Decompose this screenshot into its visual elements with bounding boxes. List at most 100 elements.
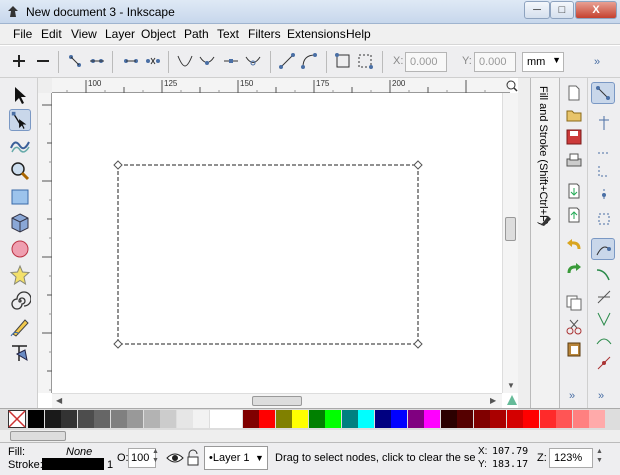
lock-icon[interactable] xyxy=(186,449,200,467)
color-swatch[interactable] xyxy=(358,410,374,428)
horizontal-scrollbar[interactable]: ◀ ▶ xyxy=(52,393,502,408)
color-swatch[interactable] xyxy=(556,410,572,428)
color-swatch[interactable] xyxy=(226,410,242,428)
color-swatch[interactable] xyxy=(424,410,440,428)
object-to-path-icon[interactable] xyxy=(334,52,352,70)
color-swatch[interactable] xyxy=(572,410,589,428)
stroke-width-value[interactable]: 1 xyxy=(107,459,113,471)
palette-scrollbar[interactable] xyxy=(0,430,620,442)
menu-layer[interactable]: Layer xyxy=(105,27,135,41)
segment-line-icon[interactable] xyxy=(278,52,296,70)
snap-smooth-icon[interactable] xyxy=(595,332,613,350)
color-swatch[interactable] xyxy=(193,410,209,428)
join-nodes-icon[interactable] xyxy=(66,52,84,70)
minimize-button[interactable]: ─ xyxy=(524,1,550,19)
rectangle-tool-icon[interactable] xyxy=(9,186,31,208)
opacity-spin-down-icon[interactable]: ▼ xyxy=(152,457,159,464)
smooth-node-icon[interactable] xyxy=(198,52,216,70)
snap-cusp-icon[interactable] xyxy=(595,310,613,328)
color-swatch[interactable] xyxy=(110,410,127,428)
color-swatch[interactable] xyxy=(440,410,457,428)
unit-select[interactable]: mm ▼ xyxy=(522,52,564,72)
spiral-tool-icon[interactable] xyxy=(9,290,31,312)
zoom-tool-icon[interactable] xyxy=(9,160,31,182)
scroll-right-icon[interactable]: ▶ xyxy=(490,396,496,405)
color-swatch[interactable] xyxy=(275,410,292,428)
insert-node-icon[interactable] xyxy=(10,52,28,70)
color-swatch[interactable] xyxy=(589,410,605,428)
snap-intersection-icon[interactable] xyxy=(595,288,613,306)
undo-icon[interactable] xyxy=(565,238,583,256)
menu-filters[interactable]: Filters xyxy=(248,27,281,41)
color-swatch[interactable] xyxy=(94,410,110,428)
delete-segment-icon[interactable] xyxy=(144,52,162,70)
zoom-spin-up-icon[interactable]: ▲ xyxy=(596,448,603,455)
copy-icon[interactable] xyxy=(565,294,583,312)
selected-rectangle[interactable] xyxy=(52,93,502,393)
paste-icon[interactable] xyxy=(565,340,583,358)
import-icon[interactable] xyxy=(565,182,583,200)
snap-bbox-center-icon[interactable] xyxy=(595,210,613,228)
color-swatch[interactable] xyxy=(44,410,61,428)
color-swatch[interactable] xyxy=(341,410,358,428)
cusp-node-icon[interactable] xyxy=(176,52,194,70)
stroke-to-path-icon[interactable] xyxy=(356,52,374,70)
break-path-icon[interactable] xyxy=(88,52,106,70)
close-button[interactable]: X xyxy=(575,1,617,19)
color-swatch[interactable] xyxy=(28,410,44,428)
menu-object[interactable]: Object xyxy=(141,27,176,41)
delete-node-icon[interactable] xyxy=(34,52,52,70)
cut-icon[interactable] xyxy=(565,318,583,336)
tweak-tool-icon[interactable] xyxy=(9,134,31,156)
snap-path-icon[interactable] xyxy=(595,266,613,284)
color-swatch[interactable] xyxy=(473,410,490,428)
palette-scroll-thumb[interactable] xyxy=(10,431,66,441)
vertical-scrollbar[interactable]: ▼ xyxy=(502,93,518,393)
export-icon[interactable] xyxy=(565,206,583,224)
color-swatch[interactable] xyxy=(176,410,193,428)
color-swatch[interactable] xyxy=(242,410,259,428)
scroll-left-icon[interactable]: ◀ xyxy=(56,396,62,405)
star-tool-icon[interactable] xyxy=(9,264,31,286)
zoom-spin-down-icon[interactable]: ▼ xyxy=(596,457,603,464)
color-swatch[interactable] xyxy=(407,410,424,428)
print-icon[interactable] xyxy=(565,152,583,170)
color-swatch[interactable] xyxy=(308,410,325,428)
pen-tool-icon[interactable] xyxy=(9,342,31,364)
ellipse-tool-icon[interactable] xyxy=(9,238,31,260)
segment-curve-icon[interactable] xyxy=(300,52,318,70)
fill-value[interactable]: None xyxy=(66,446,92,458)
dock-handle[interactable] xyxy=(518,78,530,408)
color-swatch[interactable] xyxy=(391,410,407,428)
snap-more-icon[interactable]: » xyxy=(598,390,604,402)
scroll-down-icon[interactable]: ▼ xyxy=(507,381,515,390)
new-document-icon[interactable] xyxy=(565,84,583,102)
color-swatch[interactable] xyxy=(209,410,226,428)
color-swatch[interactable] xyxy=(523,410,539,428)
redo-icon[interactable] xyxy=(565,262,583,280)
commands-more-icon[interactable]: » xyxy=(569,390,575,402)
color-swatch[interactable] xyxy=(143,410,160,428)
y-coord-input[interactable]: 0.000 xyxy=(474,52,516,72)
snap-toggle-button[interactable] xyxy=(591,82,615,104)
join-segment-icon[interactable] xyxy=(122,52,140,70)
menu-view[interactable]: View xyxy=(71,27,97,41)
menu-extensions[interactable]: Extensions xyxy=(287,27,346,41)
menu-file[interactable]: File xyxy=(13,27,32,41)
snap-bbox-corner-icon[interactable] xyxy=(595,162,613,180)
eye-icon[interactable] xyxy=(166,449,184,467)
color-swatch[interactable] xyxy=(457,410,473,428)
snap-bbox-midpoint-icon[interactable] xyxy=(595,186,613,204)
color-manage-icon[interactable] xyxy=(505,393,519,407)
stroke-swatch[interactable] xyxy=(42,458,104,470)
menu-text[interactable]: Text xyxy=(217,27,239,41)
no-paint-swatch[interactable] xyxy=(8,410,26,428)
vertical-ruler[interactable] xyxy=(38,93,52,393)
layer-select[interactable]: •Layer 1 ▼ xyxy=(204,446,268,470)
node-tool-icon[interactable] xyxy=(9,109,31,131)
vertical-scroll-thumb[interactable] xyxy=(505,217,516,241)
snap-nodes-button[interactable] xyxy=(591,238,615,260)
horizontal-ruler[interactable]: 100 125 150 175 200 xyxy=(52,78,510,93)
menu-path[interactable]: Path xyxy=(184,27,209,41)
pencil-tool-icon[interactable] xyxy=(9,316,31,338)
